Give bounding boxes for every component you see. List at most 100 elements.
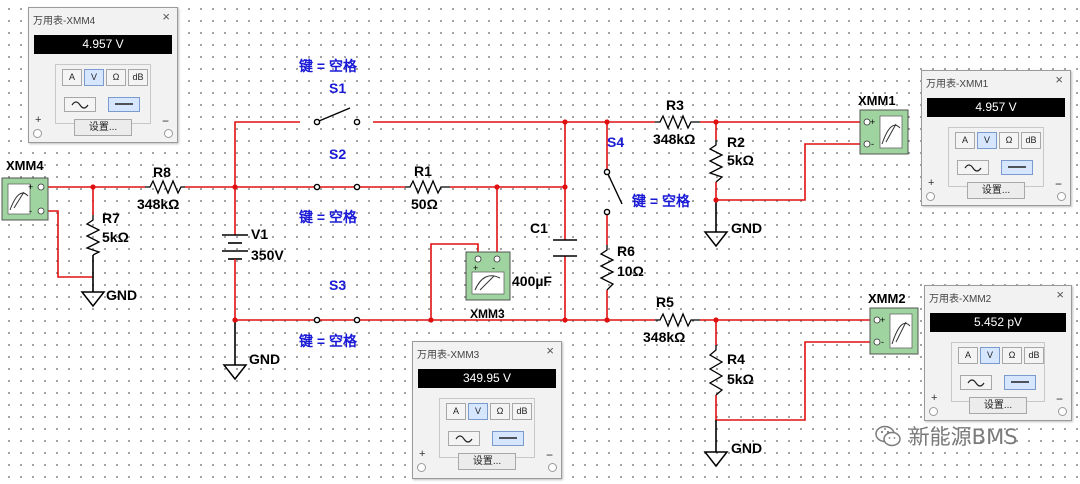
r4-label: R4 <box>727 351 745 367</box>
decibel-button[interactable]: dB <box>128 69 148 86</box>
xmm2-label: XMM2 <box>868 291 906 306</box>
xmm4-plus-mark: + <box>28 182 33 192</box>
ac-mode-button[interactable] <box>448 431 480 446</box>
settings-button[interactable]: 设置... <box>74 119 132 136</box>
battery-v1[interactable] <box>222 234 248 270</box>
c1-value: 400µF <box>512 273 552 289</box>
multimeter-panel-xmm2[interactable]: 万用表-XMM2 × 5.452 pV A V Ω dB 设置... + − <box>924 285 1072 421</box>
plus-terminal-label: + <box>419 448 426 460</box>
s1-key-label: 键 = 空格 <box>299 58 357 74</box>
xmm3-minus-mark: - <box>492 263 495 273</box>
r3-value: 348kΩ <box>653 131 696 147</box>
dc-mode-button[interactable] <box>492 431 524 446</box>
settings-button[interactable]: 设置... <box>458 453 516 470</box>
s1-label: S1 <box>329 80 347 96</box>
resistor-r6[interactable] <box>599 245 615 291</box>
resistor-r3[interactable] <box>655 114 700 130</box>
minus-terminal[interactable] <box>548 463 557 472</box>
xmm3-label: XMM3 <box>470 307 505 321</box>
multimeter-panel-xmm4[interactable]: 万用表-XMM4 × 4.957 V A V Ω dB 设置... + − <box>28 7 178 143</box>
resistor-r7[interactable] <box>85 215 101 256</box>
minus-terminal[interactable] <box>1057 192 1066 201</box>
junction-dots <box>90 119 719 323</box>
r5-value: 348kΩ <box>643 329 686 345</box>
voltmeter-button[interactable]: V <box>977 132 997 149</box>
xmm3-symbol[interactable] <box>465 251 511 301</box>
decibel-button[interactable]: dB <box>1024 347 1044 364</box>
resistor-r4[interactable] <box>708 345 724 396</box>
plus-terminal[interactable] <box>926 192 935 201</box>
ac-mode-button[interactable] <box>957 160 989 175</box>
xmm3-reading-display: 349.95 V <box>418 369 556 388</box>
multimeter-panel-xmm1[interactable]: 万用表-XMM1 × 4.957 V A V Ω dB 设置... + − <box>921 70 1071 206</box>
dc-mode-button[interactable] <box>1001 160 1033 175</box>
close-icon[interactable]: × <box>1056 287 1064 302</box>
black-wires <box>92 200 717 452</box>
xmm1-minus-mark: - <box>871 139 874 149</box>
decibel-button[interactable]: dB <box>1021 132 1041 149</box>
dc-mode-button[interactable] <box>108 97 140 112</box>
ammeter-button[interactable]: A <box>62 69 82 86</box>
r6-label: R6 <box>617 243 635 259</box>
xmm2-plus-mark: + <box>880 315 885 325</box>
ammeter-button[interactable]: A <box>955 132 975 149</box>
r7-label: R7 <box>102 210 120 226</box>
minus-terminal-label: − <box>1055 392 1063 406</box>
plus-terminal[interactable] <box>33 129 42 138</box>
resistor-r2[interactable] <box>708 140 724 183</box>
close-icon[interactable]: × <box>546 343 554 358</box>
xmm4-minus-mark: - <box>29 206 32 216</box>
ground-symbol-r2 <box>703 231 729 248</box>
ohmmeter-button[interactable]: Ω <box>1002 347 1022 364</box>
voltmeter-button[interactable]: V <box>468 403 488 420</box>
plus-terminal-label: + <box>35 114 42 126</box>
xmm2-minus-mark: - <box>881 337 884 347</box>
ammeter-button[interactable]: A <box>446 403 466 420</box>
ac-mode-button[interactable] <box>960 375 992 390</box>
switch-s4[interactable] <box>603 168 623 216</box>
voltmeter-button[interactable]: V <box>980 347 1000 364</box>
ammeter-button[interactable]: A <box>958 347 978 364</box>
watermark-text: 新能源BMS <box>908 425 1018 449</box>
settings-button[interactable]: 设置... <box>967 182 1025 199</box>
resistor-r8[interactable] <box>145 179 185 195</box>
ac-mode-button[interactable] <box>64 97 96 112</box>
plus-terminal[interactable] <box>417 463 426 472</box>
multimeter-panel-xmm3[interactable]: 万用表-XMM3 × 349.95 V A V Ω dB 设置... + − <box>412 341 562 479</box>
minus-terminal-label: − <box>545 448 553 462</box>
xmm1-label: XMM1 <box>858 93 896 108</box>
switch-s2[interactable] <box>300 183 373 191</box>
xmm1-panel-title: 万用表-XMM1 <box>926 79 989 90</box>
minus-terminal[interactable] <box>164 129 173 138</box>
resistor-r5[interactable] <box>655 312 700 328</box>
close-icon[interactable]: × <box>1055 72 1063 87</box>
ohmmeter-button[interactable]: Ω <box>106 69 126 86</box>
plus-terminal[interactable] <box>929 407 938 416</box>
voltmeter-button[interactable]: V <box>84 69 104 86</box>
capacitor-c1[interactable] <box>553 239 577 257</box>
xmm4-label: XMM4 <box>6 158 44 173</box>
watermark: 新能源BMS <box>874 421 1018 449</box>
ohmmeter-button[interactable]: Ω <box>999 132 1019 149</box>
switch-s3[interactable] <box>300 316 373 324</box>
minus-terminal[interactable] <box>1058 407 1067 416</box>
dc-mode-button[interactable] <box>1004 375 1036 390</box>
xmm4-control-panel: A V Ω dB <box>55 64 151 124</box>
ohmmeter-button[interactable]: Ω <box>490 403 510 420</box>
xmm4-symbol[interactable] <box>1 177 49 221</box>
r7-value: 5kΩ <box>102 229 129 245</box>
settings-button[interactable]: 设置... <box>969 397 1027 414</box>
switch-s1[interactable] <box>313 107 361 126</box>
xmm2-symbol[interactable] <box>869 307 919 355</box>
xmm4-panel-title: 万用表-XMM4 <box>33 16 96 27</box>
r1-label: R1 <box>414 163 432 179</box>
plus-terminal-label: + <box>928 177 935 189</box>
resistor-r1[interactable] <box>405 179 450 195</box>
r3-label: R3 <box>666 97 684 113</box>
close-icon[interactable]: × <box>162 9 170 24</box>
xmm1-symbol[interactable] <box>859 109 909 155</box>
decibel-button[interactable]: dB <box>512 403 532 420</box>
ground-symbol-r7 <box>80 291 106 308</box>
s2-key-label: 键 = 空格 <box>299 209 357 225</box>
xmm1-reading-display: 4.957 V <box>927 98 1065 117</box>
